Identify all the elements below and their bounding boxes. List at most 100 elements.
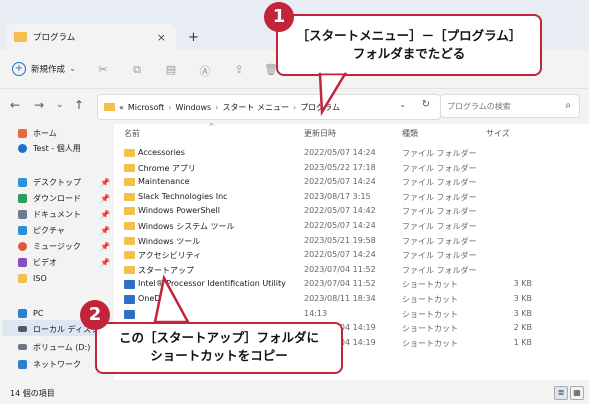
sidebar-item-home[interactable]: ホーム (18, 126, 57, 140)
file-type: ファイル フォルダー (402, 236, 477, 246)
breadcrumb-separator-icon: › (168, 102, 172, 112)
sidebar-item-downloads[interactable]: ダウンロード (18, 191, 81, 205)
table-row[interactable]: Accessories 2022/05/07 14:24 ファイル フォルダー (114, 146, 589, 161)
sidebar-item-documents[interactable]: ドキュメント (18, 207, 81, 221)
rename-icon[interactable]: Ⓐ (198, 63, 212, 78)
address-bar[interactable]: « Microsoft › Windows › スタート メニュー › プログラ… (97, 94, 441, 120)
callout-two-line2: ショートカットをコピー (150, 348, 288, 363)
table-row[interactable]: Slack Technologies Inc 2023/08/17 3:15 ファイ… (114, 190, 589, 205)
chevron-down-icon[interactable]: ⌄ (56, 100, 64, 110)
file-type: ファイル フォルダー (402, 251, 477, 261)
table-row[interactable]: Windows PowerShell 2022/05/07 14:42 ファイル フ… (114, 204, 589, 219)
pin-icon[interactable]: 📌 (100, 226, 110, 235)
search-placeholder: プログラムの検索 (447, 101, 511, 111)
sidebar-item-label: ネットワーク (33, 359, 81, 369)
copy-icon[interactable]: ⧉ (130, 63, 144, 77)
file-date: 14:13 (304, 308, 328, 318)
sidebar-item-label: ホーム (33, 128, 57, 138)
new-button[interactable]: + 新規作成 ⌄ (12, 62, 76, 76)
step-two-badge: 2 (80, 300, 110, 330)
breadcrumb-microsoft[interactable]: Microsoft (128, 103, 164, 112)
pin-icon[interactable]: 📌 (100, 242, 110, 251)
tab-label: プログラム (33, 33, 76, 43)
search-input[interactable]: プログラムの検索 ⌕ (440, 94, 580, 118)
shortcut-icon (124, 280, 135, 290)
back-icon[interactable]: ← (10, 98, 20, 112)
file-name: Chrome アプリ (138, 163, 196, 173)
folder-icon (124, 251, 135, 260)
file-name: Intel® Processor Identification Utility (138, 279, 286, 289)
file-size: 1 KB (513, 337, 532, 347)
breadcrumb-programs[interactable]: プログラム (300, 102, 340, 113)
file-date: 2023/05/22 17:18 (304, 162, 376, 172)
sidebar-item-label: ボリューム (D:) (33, 342, 91, 352)
status-bar: 14 個の項目 ≣ ▦ (0, 380, 589, 404)
up-icon[interactable]: ↑ (74, 98, 84, 112)
sidebar-item-volume-d[interactable]: ボリューム (D:) (18, 340, 90, 354)
address-overflow[interactable]: « (119, 103, 124, 112)
file-date: 2023/05/21 19:58 (304, 235, 376, 245)
table-row[interactable]: OneDrive 2023/08/11 18:34 ショートカット 3 KB (114, 292, 589, 307)
cloud-icon (18, 143, 27, 153)
close-icon[interactable]: × (157, 31, 166, 44)
breadcrumb-windows[interactable]: Windows (176, 103, 212, 112)
file-date: 2022/05/07 14:24 (304, 177, 376, 187)
sidebar-item-pictures[interactable]: ピクチャ (18, 223, 65, 237)
sidebar-item-network[interactable]: ネットワーク (18, 357, 81, 371)
table-row[interactable]: アクセシビリティ 2022/05/07 14:24 ファイル フォルダー (114, 248, 589, 263)
shortcut-icon (124, 295, 135, 304)
file-name: スタートアップ (138, 265, 194, 275)
column-header-size[interactable]: サイズ (486, 128, 510, 139)
tiles-view-icon[interactable]: ▦ (570, 386, 584, 400)
pin-icon[interactable]: 📌 (100, 210, 110, 219)
table-row[interactable]: Windows ツール 2023/05/21 19:58 ファイル フォルダー (114, 234, 589, 249)
sidebar-item-onedrive[interactable]: Test - 個人用 (18, 141, 81, 155)
file-date: 2023/08/11 18:34 (304, 294, 376, 303)
pin-icon[interactable]: 📌 (100, 258, 110, 267)
drive-icon (18, 326, 27, 332)
file-type: ファイル フォルダー (402, 178, 477, 188)
table-row[interactable]: Intel® Processor Identification Utility 2… (114, 277, 589, 292)
pin-icon[interactable]: 📌 (100, 178, 110, 187)
file-type: ショートカット (402, 295, 458, 304)
table-row[interactable]: Chrome アプリ 2023/05/22 17:18 ファイル フォルダー (114, 161, 589, 176)
drive-icon (18, 344, 27, 350)
column-header-name[interactable]: 名前 (124, 128, 140, 139)
folder-icon (124, 149, 135, 157)
sidebar-item-iso[interactable]: ISO (18, 271, 47, 285)
step-one-badge: 1 (264, 2, 294, 32)
details-view-icon[interactable]: ≣ (554, 386, 568, 400)
sidebar-item-desktop[interactable]: デスクトップ (18, 175, 81, 189)
paste-icon[interactable]: ▤ (164, 63, 178, 77)
pin-icon[interactable]: 📌 (100, 194, 110, 203)
share-icon[interactable]: ⇪ (232, 63, 246, 77)
sidebar-item-label: ダウンロード (33, 193, 81, 203)
sidebar-item-label: デスクトップ (33, 177, 81, 187)
sidebar-item-pc[interactable]: PC (18, 306, 43, 320)
file-type: ショートカット (402, 338, 458, 348)
column-header-date[interactable]: 更新日時 (304, 128, 336, 139)
table-row[interactable]: Windows システム ツール 2022/05/07 14:24 ファイル フォル… (114, 219, 589, 234)
tab-programs[interactable]: プログラム × (6, 24, 176, 50)
file-date: 2023/07/04 11:52 (304, 264, 376, 274)
pc-icon (18, 308, 27, 318)
cut-icon[interactable]: ✂ (96, 63, 110, 77)
sidebar-item-label: ISO (33, 273, 47, 283)
sidebar-item-videos[interactable]: ビデオ (18, 255, 57, 269)
item-count: 14 個の項目 (10, 389, 55, 398)
callout-one-line2: フォルダまでたどる (352, 46, 466, 61)
callout-two: この［スタートアップ］フォルダに ショートカットをコピー (95, 322, 343, 374)
sidebar-item-music[interactable]: ミュージック (18, 239, 81, 253)
table-row[interactable]: スタートアップ 2023/07/04 11:52 ファイル フォルダー (114, 263, 589, 278)
folder-icon (124, 265, 135, 274)
column-header-type[interactable]: 種類 (402, 128, 418, 139)
refresh-icon[interactable]: ↻ (422, 99, 430, 110)
new-tab-button[interactable]: + (188, 30, 199, 45)
file-type: ファイル フォルダー (402, 192, 477, 202)
chevron-down-icon[interactable]: ⌄ (399, 100, 406, 109)
table-row[interactable]: 14:13 ショートカット 3 KB (114, 307, 589, 322)
forward-icon[interactable]: → (34, 98, 44, 112)
table-row[interactable]: Maintenance 2022/05/07 14:24 ファイル フォルダー (114, 175, 589, 190)
breadcrumb-start-menu[interactable]: スタート メニュー (222, 102, 289, 113)
sidebar-item-label: ピクチャ (33, 225, 65, 235)
